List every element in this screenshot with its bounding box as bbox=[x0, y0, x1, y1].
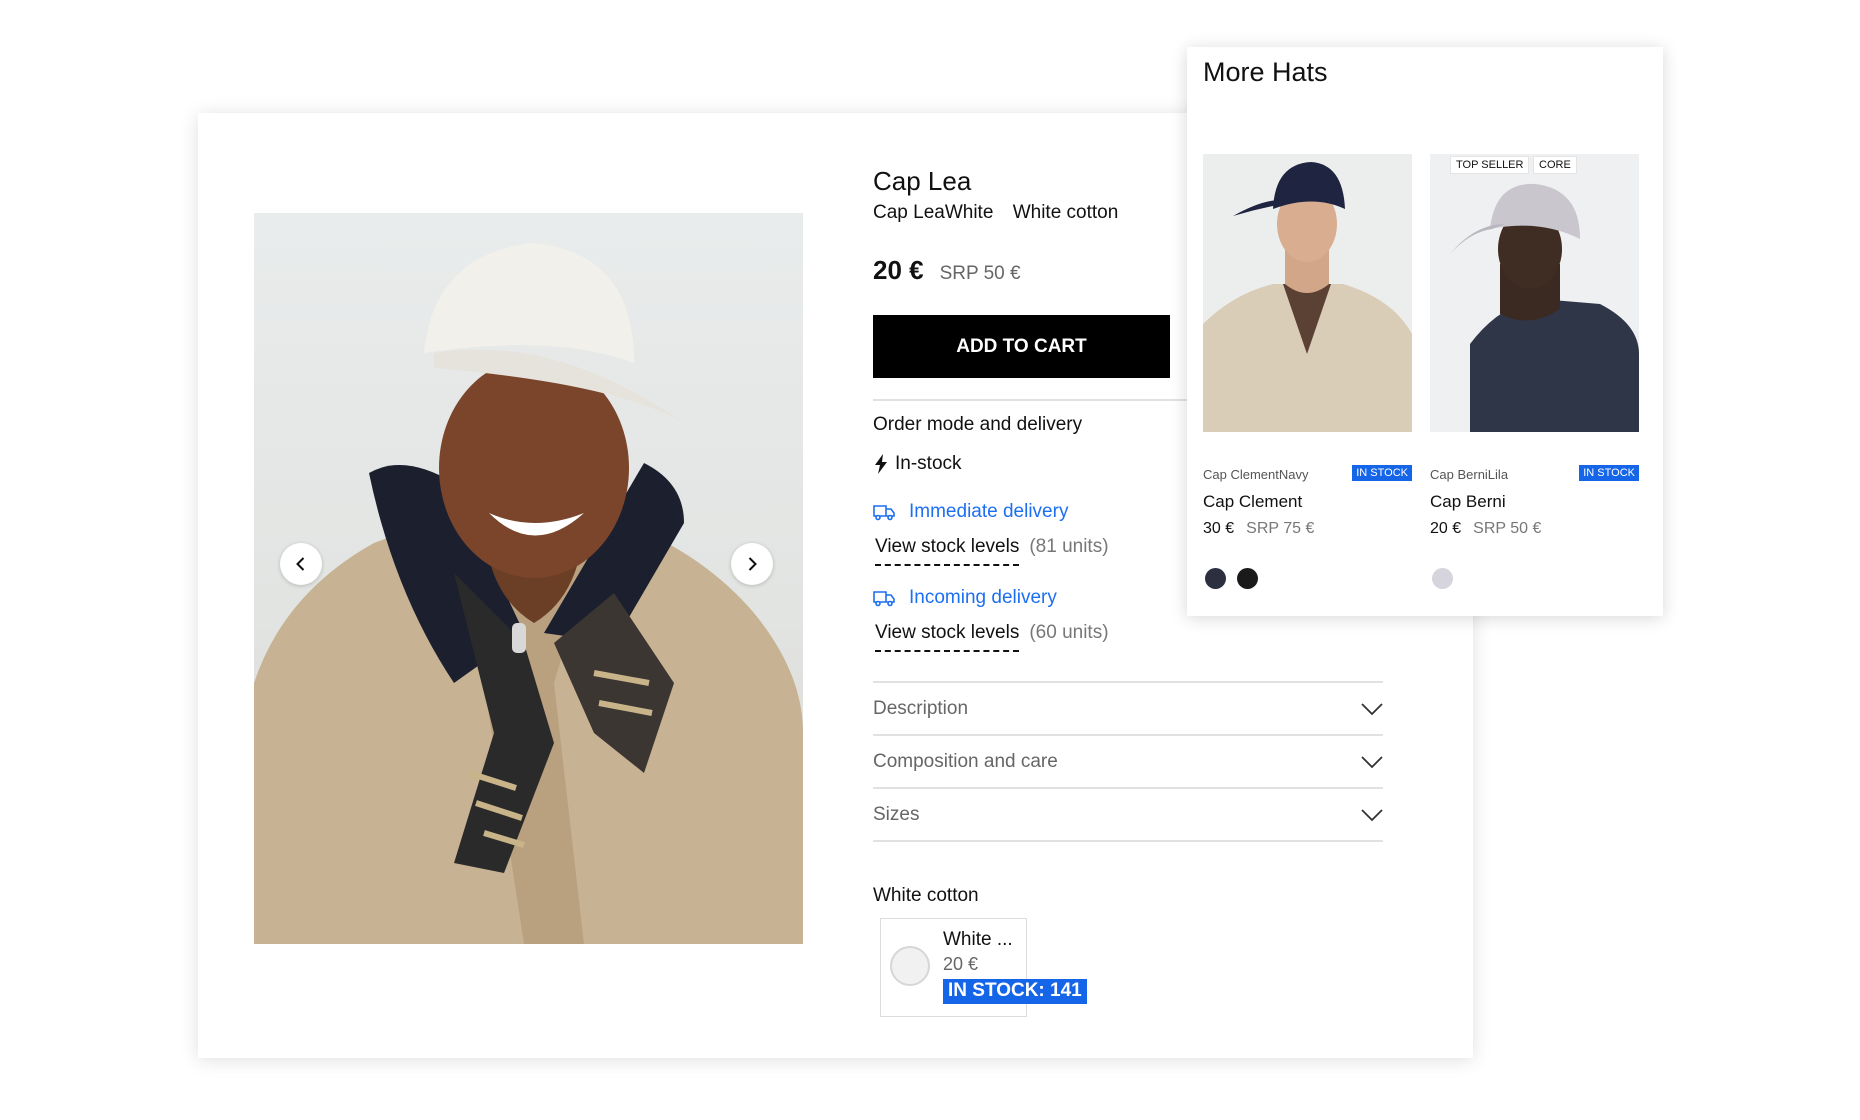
recommendation-photo-illustration bbox=[1203, 154, 1412, 432]
recommendation-card[interactable]: Cap ClementNavy IN STOCK Cap Clement 30 … bbox=[1203, 154, 1412, 589]
product-srp: SRP 50 € bbox=[939, 263, 1021, 284]
variant-name: Cap LeaWhite bbox=[873, 202, 994, 223]
recommendation-srp: SRP 75 € bbox=[1246, 520, 1315, 537]
accordion-composition[interactable]: Composition and care bbox=[873, 736, 1383, 788]
immediate-delivery-option[interactable]: Immediate delivery bbox=[873, 501, 1068, 523]
lightning-icon bbox=[875, 454, 887, 474]
recommendation-photo-illustration bbox=[1430, 154, 1639, 432]
in-stock-badge: IN STOCK bbox=[1352, 465, 1412, 481]
chevron-down-icon bbox=[1361, 756, 1383, 768]
chevron-down-icon bbox=[1361, 703, 1383, 715]
more-hats-panel: More Hats Cap ClementNavy IN STOCK Cap C… bbox=[1187, 47, 1663, 616]
accordion-label: Composition and care bbox=[873, 751, 1058, 772]
stock-badge: IN STOCK: 141 bbox=[943, 979, 1087, 1004]
incoming-delivery-label: Incoming delivery bbox=[909, 587, 1057, 608]
immediate-stock-row: View stock levels (81 units) bbox=[875, 536, 1109, 566]
swatch-price: 20 € bbox=[943, 954, 979, 974]
truck-icon bbox=[873, 505, 895, 521]
recommendation-subtitle: Cap BerniLila bbox=[1430, 467, 1509, 482]
immediate-delivery-label: Immediate delivery bbox=[909, 501, 1069, 522]
core-tag: CORE bbox=[1533, 156, 1577, 174]
accordion-label: Description bbox=[873, 698, 969, 719]
incoming-delivery-option[interactable]: Incoming delivery bbox=[873, 587, 1057, 609]
recommendation-price: 20 € bbox=[1430, 520, 1462, 537]
accordion-label: Sizes bbox=[873, 804, 920, 825]
incoming-units: (60 units) bbox=[1029, 622, 1109, 643]
swatch-name: White ... bbox=[943, 929, 1013, 950]
divider bbox=[873, 840, 1383, 842]
incoming-stock-row: View stock levels (60 units) bbox=[875, 622, 1109, 652]
chevron-left-icon bbox=[296, 557, 305, 571]
accordion-sizes[interactable]: Sizes bbox=[873, 789, 1383, 841]
gallery-next-button[interactable] bbox=[731, 543, 773, 585]
color-dot-black[interactable] bbox=[1237, 568, 1258, 589]
recommendation-price: 30 € bbox=[1203, 520, 1235, 537]
recommendation-card[interactable]: TOP SELLER CORE Cap BerniLila IN STOCK C… bbox=[1430, 154, 1639, 589]
order-mode-title: Order mode and delivery bbox=[873, 414, 1083, 435]
immediate-view-stock-link[interactable]: View stock levels bbox=[875, 536, 1020, 566]
immediate-units: (81 units) bbox=[1029, 536, 1109, 557]
variant-color: White cotton bbox=[1012, 202, 1119, 223]
recommendation-subtitle: Cap ClementNavy bbox=[1203, 467, 1309, 482]
truck-icon bbox=[873, 591, 895, 607]
in-stock-badge: IN STOCK bbox=[1579, 465, 1639, 481]
add-to-cart-button[interactable]: ADD TO CART bbox=[873, 315, 1170, 378]
recommendation-name: Cap Berni bbox=[1430, 492, 1506, 511]
more-hats-title: More Hats bbox=[1203, 57, 1328, 87]
top-seller-tag: TOP SELLER bbox=[1450, 156, 1530, 174]
in-stock-label: In-stock bbox=[895, 453, 962, 474]
product-title: Cap Lea bbox=[873, 166, 972, 196]
recommendation-price-row: 20 € SRP 50 € bbox=[1430, 520, 1541, 538]
color-dot-navy[interactable] bbox=[1205, 568, 1226, 589]
gallery-prev-button[interactable] bbox=[280, 543, 322, 585]
color-dot-lila[interactable] bbox=[1432, 568, 1453, 589]
recommendation-price-row: 30 € SRP 75 € bbox=[1203, 520, 1314, 538]
chevron-down-icon bbox=[1361, 809, 1383, 821]
recommendation-image: TOP SELLER CORE bbox=[1430, 154, 1639, 432]
product-image bbox=[254, 213, 803, 944]
recommendation-name: Cap Clement bbox=[1203, 492, 1303, 511]
variant-row: Cap LeaWhite White cotton bbox=[873, 202, 1132, 224]
price-row: 20 € SRP 50 € bbox=[873, 255, 1021, 286]
chevron-right-icon bbox=[748, 557, 757, 571]
recommendation-image bbox=[1203, 154, 1412, 432]
product-price: 20 € bbox=[873, 255, 924, 285]
accordion-description[interactable]: Description bbox=[873, 683, 1383, 735]
recommendation-srp: SRP 50 € bbox=[1473, 520, 1542, 537]
in-stock-row: In-stock bbox=[873, 453, 962, 475]
incoming-view-stock-link[interactable]: View stock levels bbox=[875, 622, 1020, 652]
product-photo-illustration bbox=[254, 243, 803, 944]
color-swatch-card[interactable]: White ... 20 € IN STOCK: 141 bbox=[880, 918, 1087, 1017]
color-swatch bbox=[890, 946, 930, 986]
color-section-title: White cotton bbox=[873, 885, 979, 906]
